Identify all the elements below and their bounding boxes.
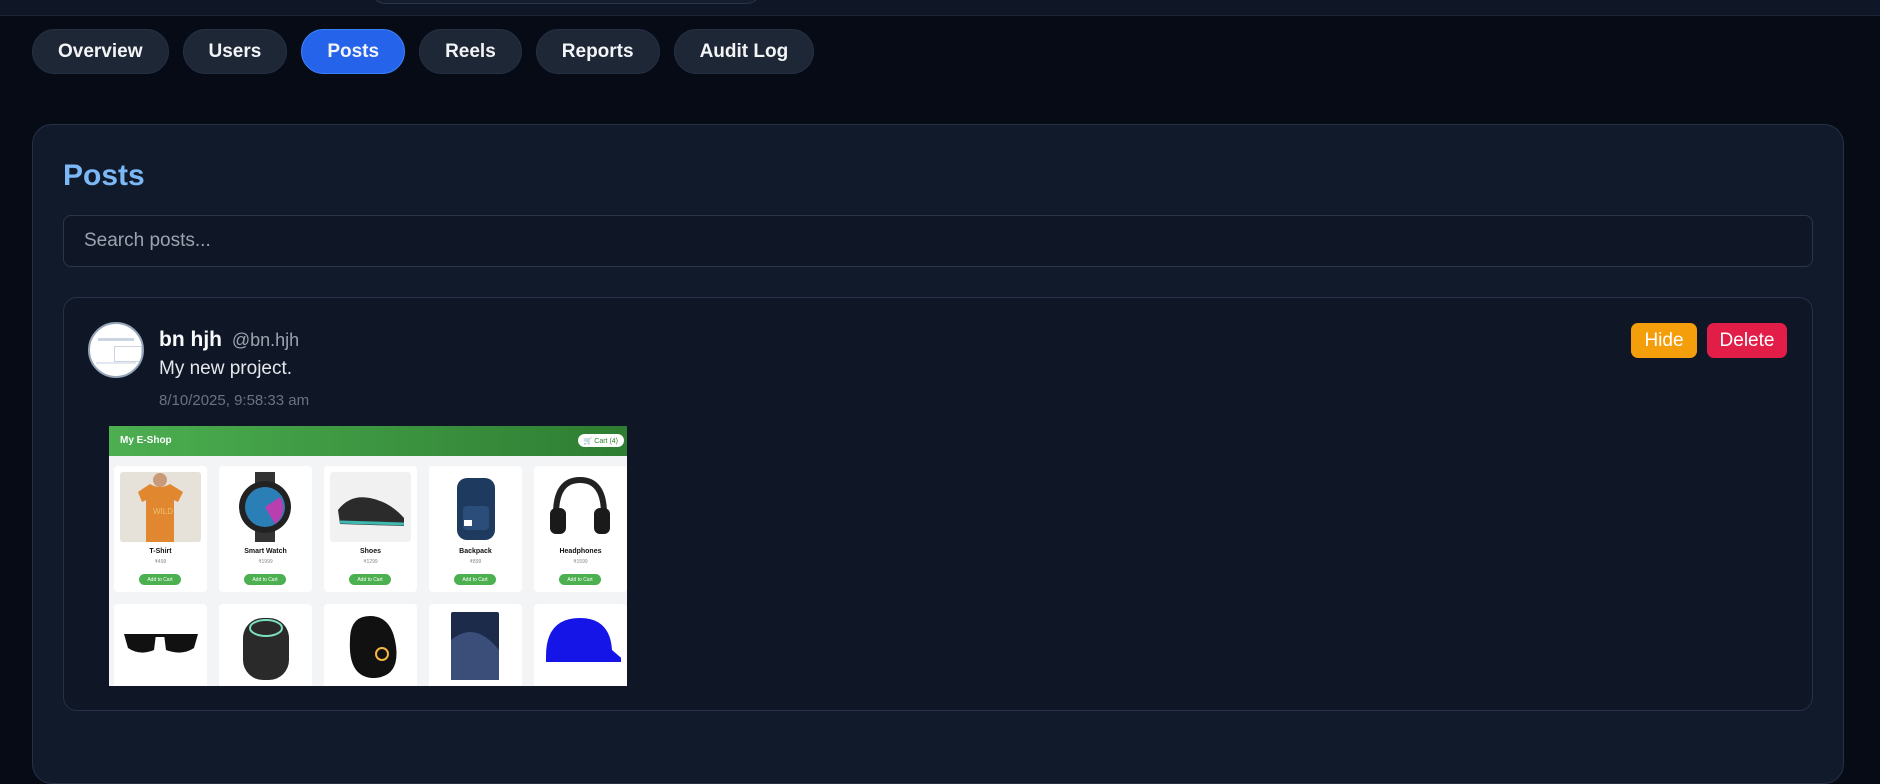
product-card (429, 604, 522, 686)
product-price: ₹1999 (258, 559, 273, 565)
tab-overview[interactable]: Overview (32, 29, 169, 74)
product-image (330, 472, 411, 542)
product-price: ₹499 (154, 559, 167, 565)
tab-bar: Overview Users Posts Reels Reports Audit… (32, 29, 815, 74)
mouse-icon (330, 610, 411, 680)
product-card (324, 604, 417, 686)
product-image (540, 472, 621, 542)
add-to-cart-button[interactable]: Add to Cart (454, 574, 496, 585)
post-text: My new project. (159, 358, 293, 379)
shop-header: My E-Shop 🛒 Cart (4) (109, 426, 627, 456)
search-posts-input[interactable] (63, 215, 1813, 267)
product-name: Shoes (359, 548, 381, 555)
product-name: Backpack (459, 548, 492, 555)
product-image (225, 472, 306, 542)
product-price: ₹1599 (573, 559, 588, 565)
product-price: ₹899 (469, 559, 482, 565)
tab-audit-log[interactable]: Audit Log (673, 29, 815, 74)
top-bar (0, 0, 1880, 16)
product-card: WILD T-Shirt ₹499 Add to Cart (114, 466, 207, 592)
cap-icon (540, 610, 626, 680)
post-card: bn hjh @bn.hjh My new project. 8/10/2025… (63, 297, 1813, 711)
delete-button[interactable]: Delete (1707, 323, 1787, 358)
add-to-cart-button[interactable]: Add to Cart (244, 574, 286, 585)
post-author-handle: @bn.hjh (231, 330, 300, 350)
speaker-icon (225, 610, 306, 680)
product-card (534, 604, 627, 686)
product-card: Headphones ₹1599 Add to Cart (534, 466, 627, 592)
product-image (435, 472, 516, 542)
product-card: Shoes ₹1299 Add to Cart (324, 466, 417, 592)
product-name: T-Shirt (149, 548, 172, 555)
avatar[interactable] (88, 322, 144, 378)
post-image[interactable]: My E-Shop 🛒 Cart (4) WILD T-Shirt ₹499 A… (109, 426, 627, 686)
add-to-cart-button[interactable]: Add to Cart (139, 574, 181, 585)
shop-title: My E-Shop (120, 435, 172, 446)
posts-panel: Posts bn hjh @bn.hjh My new project. 8/1… (32, 124, 1844, 784)
tab-users[interactable]: Users (182, 29, 288, 74)
add-to-cart-button[interactable]: Add to Cart (349, 574, 391, 585)
product-image: WILD (120, 472, 201, 542)
product-card: Smart Watch ₹1999 Add to Cart (219, 466, 312, 592)
add-to-cart-button[interactable]: Add to Cart (559, 574, 601, 585)
sunglasses-icon (120, 610, 201, 680)
svg-text:WILD: WILD (153, 507, 173, 516)
tab-reels[interactable]: Reels (419, 29, 522, 74)
product-price: ₹1299 (363, 559, 378, 565)
post-author-name[interactable]: bn hjh (159, 328, 222, 351)
product-name: Smart Watch (244, 548, 287, 555)
tab-posts[interactable]: Posts (301, 29, 406, 74)
product-name: Headphones (559, 548, 602, 555)
product-card (219, 604, 312, 686)
tab-reports[interactable]: Reports (535, 29, 660, 74)
phone-icon (435, 610, 516, 680)
post-author: bn hjh @bn.hjh (159, 328, 299, 352)
shop-cart-badge: 🛒 Cart (4) (577, 434, 624, 447)
product-card (114, 604, 207, 686)
product-card: Backpack ₹899 Add to Cart (429, 466, 522, 592)
global-search-input[interactable] (370, 0, 762, 4)
page-title: Posts (63, 159, 145, 192)
hide-button[interactable]: Hide (1631, 323, 1697, 358)
post-timestamp: 8/10/2025, 9:58:33 am (159, 392, 310, 409)
